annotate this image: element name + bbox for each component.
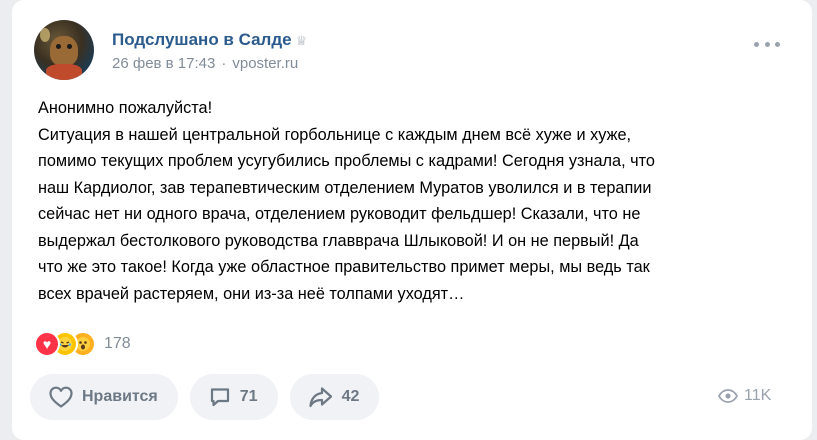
community-name-text[interactable]: Подслушано в Салде [112,30,292,49]
post-meta: 26 фев в 17:43 · vposter.ru [112,55,298,72]
heart-reaction-icon: ♥ [34,331,60,357]
community-name[interactable]: Подслушано в Салде ♕ [112,30,307,50]
heart-icon [49,386,73,408]
like-label: Нравится [82,388,158,405]
eye-icon [718,389,738,403]
post-text-line: выдержал бестолкового руководства главвр… [38,231,639,250]
comments-count: 71 [239,388,258,405]
more-options-icon[interactable] [754,38,780,50]
crown-icon: ♕ [295,33,308,48]
post-text-line: всех врачей растеряем, они из-за неё тол… [38,284,465,303]
post-text-line: Анонимно пожалуйста! [38,99,213,117]
shares-count: 42 [341,388,360,405]
comments-button[interactable]: 71 [189,374,278,420]
post-text-line: что же это такое! Когда уже областное пр… [38,258,650,276]
post-card: Подслушано в Салде ♕ 26 фев в 17:43 · vpost… [12,0,812,440]
share-button[interactable]: 42 [289,374,380,420]
views-counter: 11K [718,387,771,405]
community-avatar[interactable] [34,20,94,80]
post-source[interactable]: vposter.ru [232,55,298,72]
meta-separator: · [221,55,227,72]
reactions-summary[interactable]: ♥ 178 [34,330,131,358]
comment-icon [210,388,229,407]
like-button[interactable]: Нравится [30,374,178,420]
post-date[interactable]: 26 фев в 17:43 [112,55,215,72]
post-text: Анонимно пожалуйста! Ситуация в нашей це… [38,95,798,307]
post-actions: Нравится 71 42 [30,374,391,420]
post-text-line: помимо текущих проблем усугубились пробл… [38,152,655,170]
post-text-line: наш Кардиолог, зав терапевтическим отдел… [38,178,652,197]
reactions-count: 178 [104,335,131,352]
views-count: 11K [744,387,772,404]
post-text-line: Ситуация в нашей центральной горбольнице… [38,125,632,144]
post-text-line: сейчас нет ни одного врача, отделением р… [38,205,641,223]
share-icon [308,387,332,408]
